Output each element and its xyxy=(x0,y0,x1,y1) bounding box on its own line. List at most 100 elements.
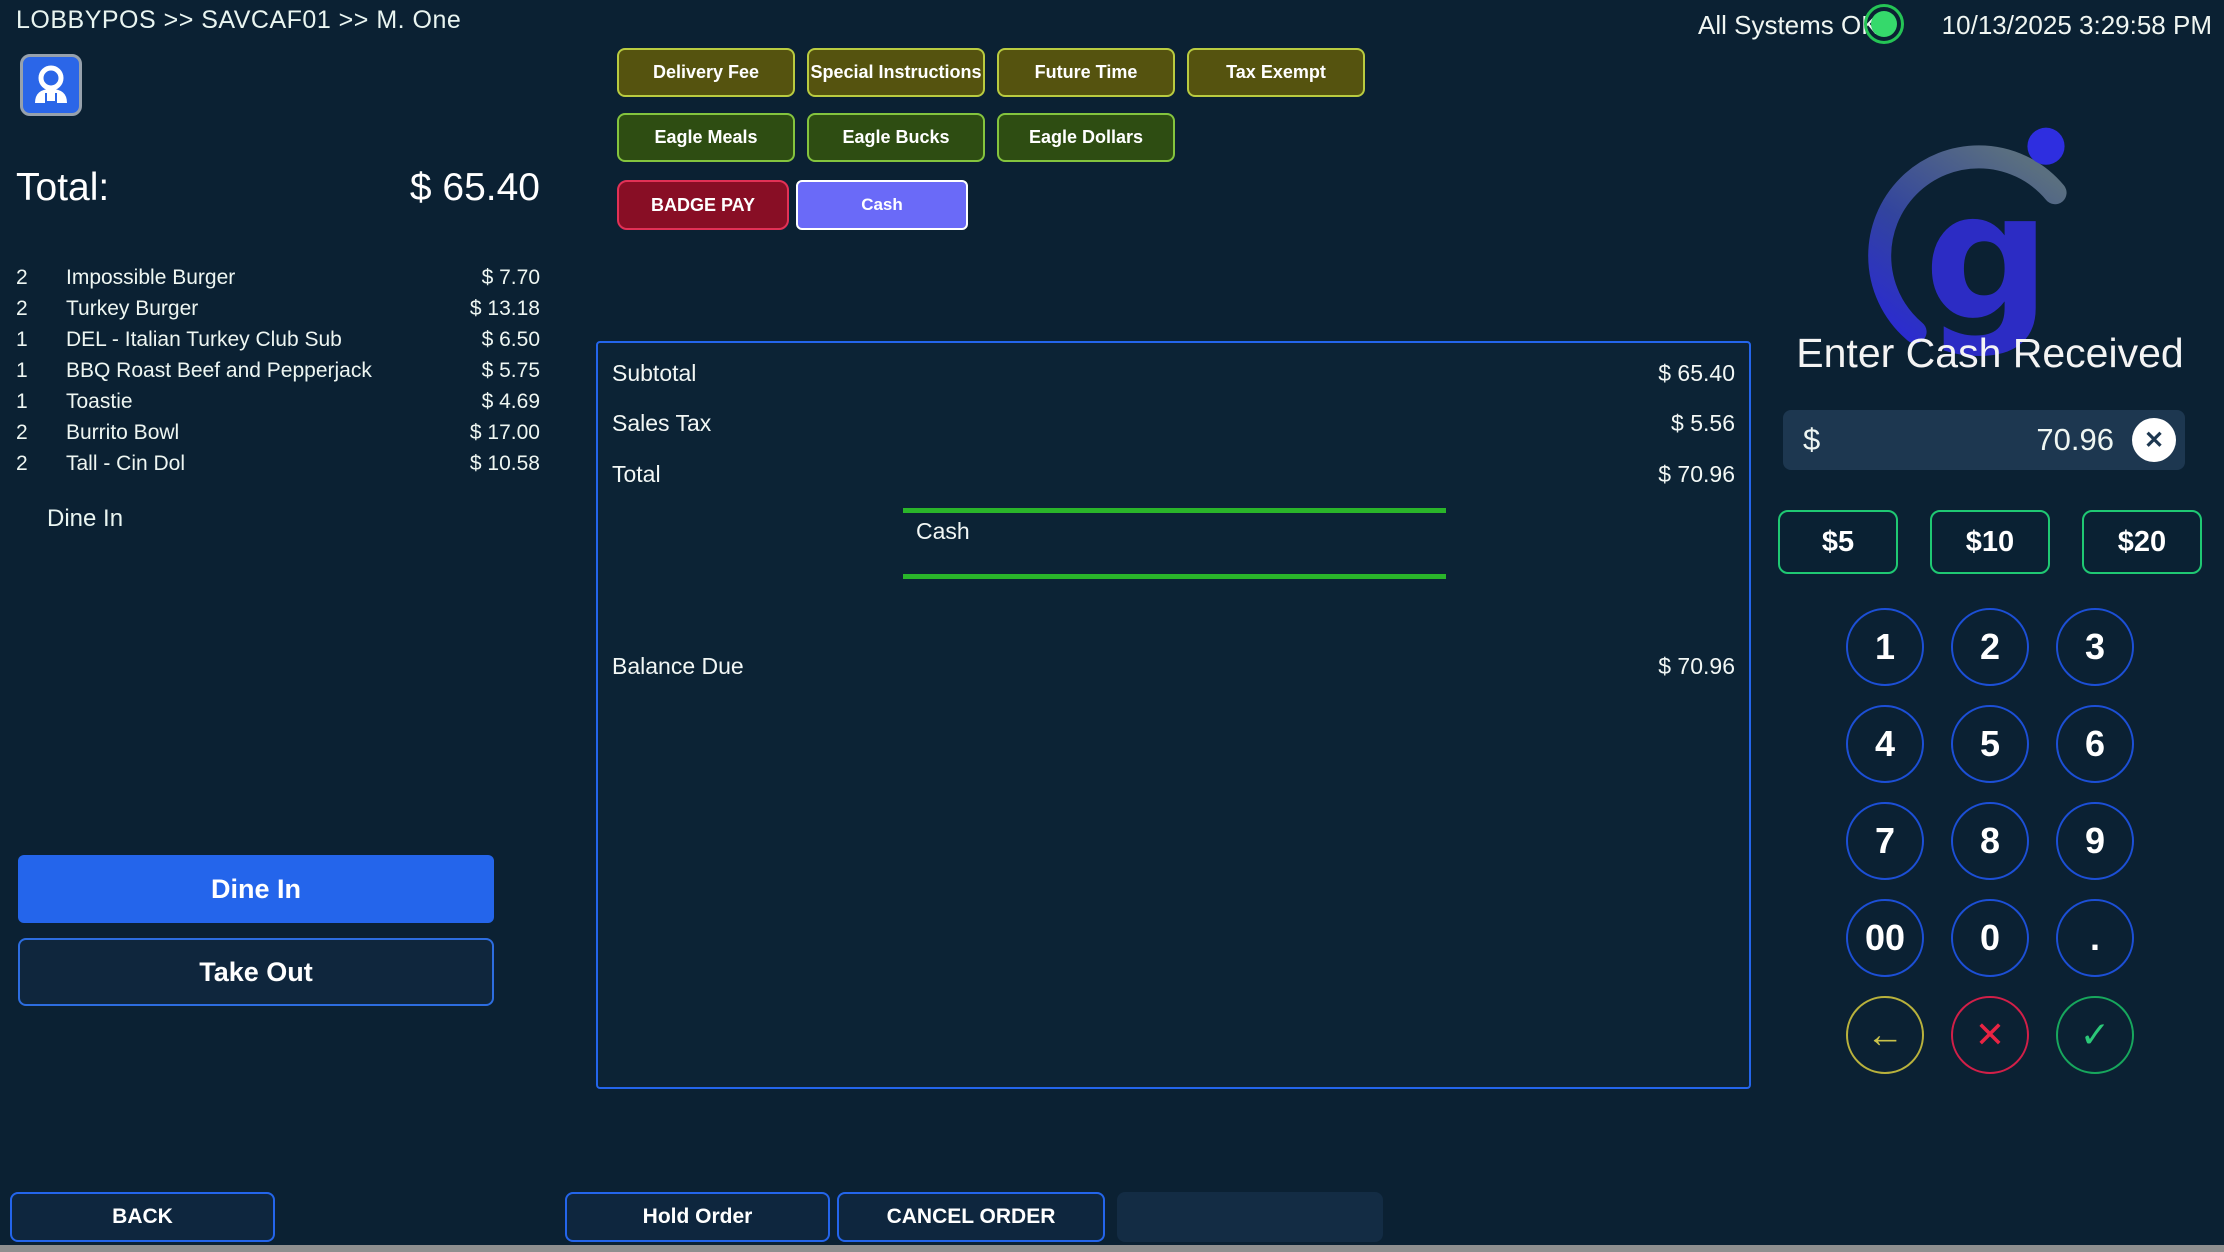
keypad-key-6[interactable]: 6 xyxy=(2056,705,2134,783)
keypad-key-3[interactable]: 3 xyxy=(2056,608,2134,686)
order-total-label: Total: xyxy=(16,166,109,210)
tax-exempt-button[interactable]: Tax Exempt xyxy=(1187,48,1365,97)
cash-tender-button[interactable]: Cash xyxy=(796,180,968,230)
cash-amount-input[interactable]: $ 70.96 ✕ xyxy=(1783,410,2185,470)
order-total-row: Total: $ 65.40 xyxy=(16,166,540,210)
eagle-payments-row: Eagle MealsEagle BucksEagle Dollars xyxy=(617,113,1175,162)
keypad-key-7[interactable]: 7 xyxy=(1846,802,1924,880)
quick-cash-row: $5 $10 $20 xyxy=(1778,510,2202,574)
keypad-key-decimal[interactable]: . xyxy=(2056,899,2134,977)
keypad-key-00[interactable]: 00 xyxy=(1846,899,1924,977)
tender-divider-top xyxy=(903,508,1446,513)
order-item-price: $ 5.75 xyxy=(430,355,540,386)
disabled-button xyxy=(1117,1192,1383,1242)
order-item-qty: 2 xyxy=(16,417,66,448)
Turkey Burger: 2 Turkey Burger $ 13.18 xyxy=(16,293,540,324)
order-item-name: Turkey Burger xyxy=(66,293,430,324)
cash-entry-title: Enter Cash Received xyxy=(1766,330,2214,377)
total-value: $ 70.96 xyxy=(1658,461,1735,488)
system-status-label: All Systems OK xyxy=(1698,10,1879,41)
cancel-key[interactable]: ✕ xyxy=(1951,996,2029,1074)
svg-text:g: g xyxy=(1924,154,2051,360)
order-item-name: Toastie xyxy=(66,386,430,417)
quick-cash-5-button[interactable]: $5 xyxy=(1778,510,1898,574)
status-ok-icon xyxy=(1864,4,1904,44)
keypad-key-0[interactable]: 0 xyxy=(1951,899,2029,977)
Burrito Bowl: 2 Burrito Bowl $ 17.00 xyxy=(16,417,540,448)
Toastie: 1 Toastie $ 4.69 xyxy=(16,386,540,417)
balance-due-row: Balance Due $ 70.96 xyxy=(612,653,1735,680)
DEL - Italian Turkey Club Sub: 1 DEL - Italian Turkey Club Sub $ 6.50 xyxy=(16,324,540,355)
breadcrumb: LOBBYPOS >> SAVCAF01 >> M. One xyxy=(16,6,461,35)
eagle-bucks-button[interactable]: Eagle Bucks xyxy=(807,113,985,162)
order-item-qty: 2 xyxy=(16,293,66,324)
eagle-dollars-button[interactable]: Eagle Dollars xyxy=(997,113,1175,162)
BBQ Roast Beef and Pepperjack: 1 BBQ Roast Beef and Pepperjack $ 5.75 xyxy=(16,355,540,386)
balance-due-label: Balance Due xyxy=(612,653,744,680)
order-item-price: $ 6.50 xyxy=(430,324,540,355)
order-item-qty: 1 xyxy=(16,355,66,386)
quick-cash-10-button[interactable]: $10 xyxy=(1930,510,2050,574)
total-row: Total $ 70.96 xyxy=(612,461,1735,488)
order-total-value: $ 65.40 xyxy=(410,166,540,210)
order-item-price: $ 10.58 xyxy=(430,448,540,479)
sales-tax-row: Sales Tax $ 5.56 xyxy=(612,410,1735,437)
subtotal-label: Subtotal xyxy=(612,360,696,387)
keypad-key-1[interactable]: 1 xyxy=(1846,608,1924,686)
special-instructions-button[interactable]: Special Instructions xyxy=(807,48,985,97)
order-item-price: $ 4.69 xyxy=(430,386,540,417)
total-label: Total xyxy=(612,461,661,488)
order-item-name: DEL - Italian Turkey Club Sub xyxy=(66,324,430,355)
sales-tax-label: Sales Tax xyxy=(612,410,711,437)
Tall - Cin Dol: 2 Tall - Cin Dol $ 10.58 xyxy=(16,448,540,479)
subtotal-value: $ 65.40 xyxy=(1658,360,1735,387)
badge-pay-button[interactable]: BADGE PAY xyxy=(617,180,789,230)
tender-divider-bottom xyxy=(903,574,1446,579)
hold-order-button[interactable]: Hold Order xyxy=(565,1192,830,1242)
subtotal-row: Subtotal $ 65.40 xyxy=(612,360,1735,387)
eagle-meals-button[interactable]: Eagle Meals xyxy=(617,113,795,162)
Impossible Burger: 2 Impossible Burger $ 7.70 xyxy=(16,262,540,293)
future-time-button[interactable]: Future Time xyxy=(997,48,1175,97)
order-item-name: BBQ Roast Beef and Pepperjack xyxy=(66,355,430,386)
quick-cash-20-button[interactable]: $20 xyxy=(2082,510,2202,574)
person-icon xyxy=(29,63,73,107)
balance-due-value: $ 70.96 xyxy=(1658,653,1735,680)
cashier-avatar-button[interactable] xyxy=(20,54,82,116)
cancel-order-button[interactable]: CANCEL ORDER xyxy=(837,1192,1105,1242)
order-items-list: 2 Impossible Burger $ 7.70 2 Turkey Burg… xyxy=(16,262,540,479)
keypad-key-9[interactable]: 9 xyxy=(2056,802,2134,880)
status-ok-icon-inner xyxy=(1871,11,1897,37)
tender-type-label: Cash xyxy=(916,518,970,545)
order-item-price: $ 13.18 xyxy=(430,293,540,324)
take-out-button[interactable]: Take Out xyxy=(18,938,494,1006)
order-item-price: $ 17.00 xyxy=(430,417,540,448)
confirm-key[interactable]: ✓ xyxy=(2056,996,2134,1074)
bottom-edge-strip xyxy=(0,1245,2224,1252)
backspace-key[interactable]: ← xyxy=(1846,996,1924,1074)
order-item-name: Tall - Cin Dol xyxy=(66,448,430,479)
keypad-key-4[interactable]: 4 xyxy=(1846,705,1924,783)
cash-amount-value: 70.96 xyxy=(1820,422,2132,458)
delivery-fee-button[interactable]: Delivery Fee xyxy=(617,48,795,97)
pos-screen: LOBBYPOS >> SAVCAF01 >> M. One All Syste… xyxy=(0,0,2224,1252)
back-button[interactable]: BACK xyxy=(10,1192,275,1242)
order-item-qty: 2 xyxy=(16,262,66,293)
order-item-qty: 1 xyxy=(16,386,66,417)
order-item-qty: 2 xyxy=(16,448,66,479)
keypad: 123456789000.←✕✓ xyxy=(1846,608,2134,1074)
keypad-key-2[interactable]: 2 xyxy=(1951,608,2029,686)
order-item-name: Impossible Burger xyxy=(66,262,430,293)
order-options-row: Delivery FeeSpecial InstructionsFuture T… xyxy=(617,48,1365,97)
order-type-label: Dine In xyxy=(47,505,123,533)
sales-tax-value: $ 5.56 xyxy=(1671,410,1735,437)
order-item-price: $ 7.70 xyxy=(430,262,540,293)
dine-in-button[interactable]: Dine In xyxy=(18,855,494,923)
currency-symbol: $ xyxy=(1803,422,1820,458)
order-item-name: Burrito Bowl xyxy=(66,417,430,448)
order-item-qty: 1 xyxy=(16,324,66,355)
keypad-key-5[interactable]: 5 xyxy=(1951,705,2029,783)
clear-amount-icon[interactable]: ✕ xyxy=(2132,418,2176,462)
datetime-display: 10/13/2025 3:29:58 PM xyxy=(1940,10,2212,41)
keypad-key-8[interactable]: 8 xyxy=(1951,802,2029,880)
